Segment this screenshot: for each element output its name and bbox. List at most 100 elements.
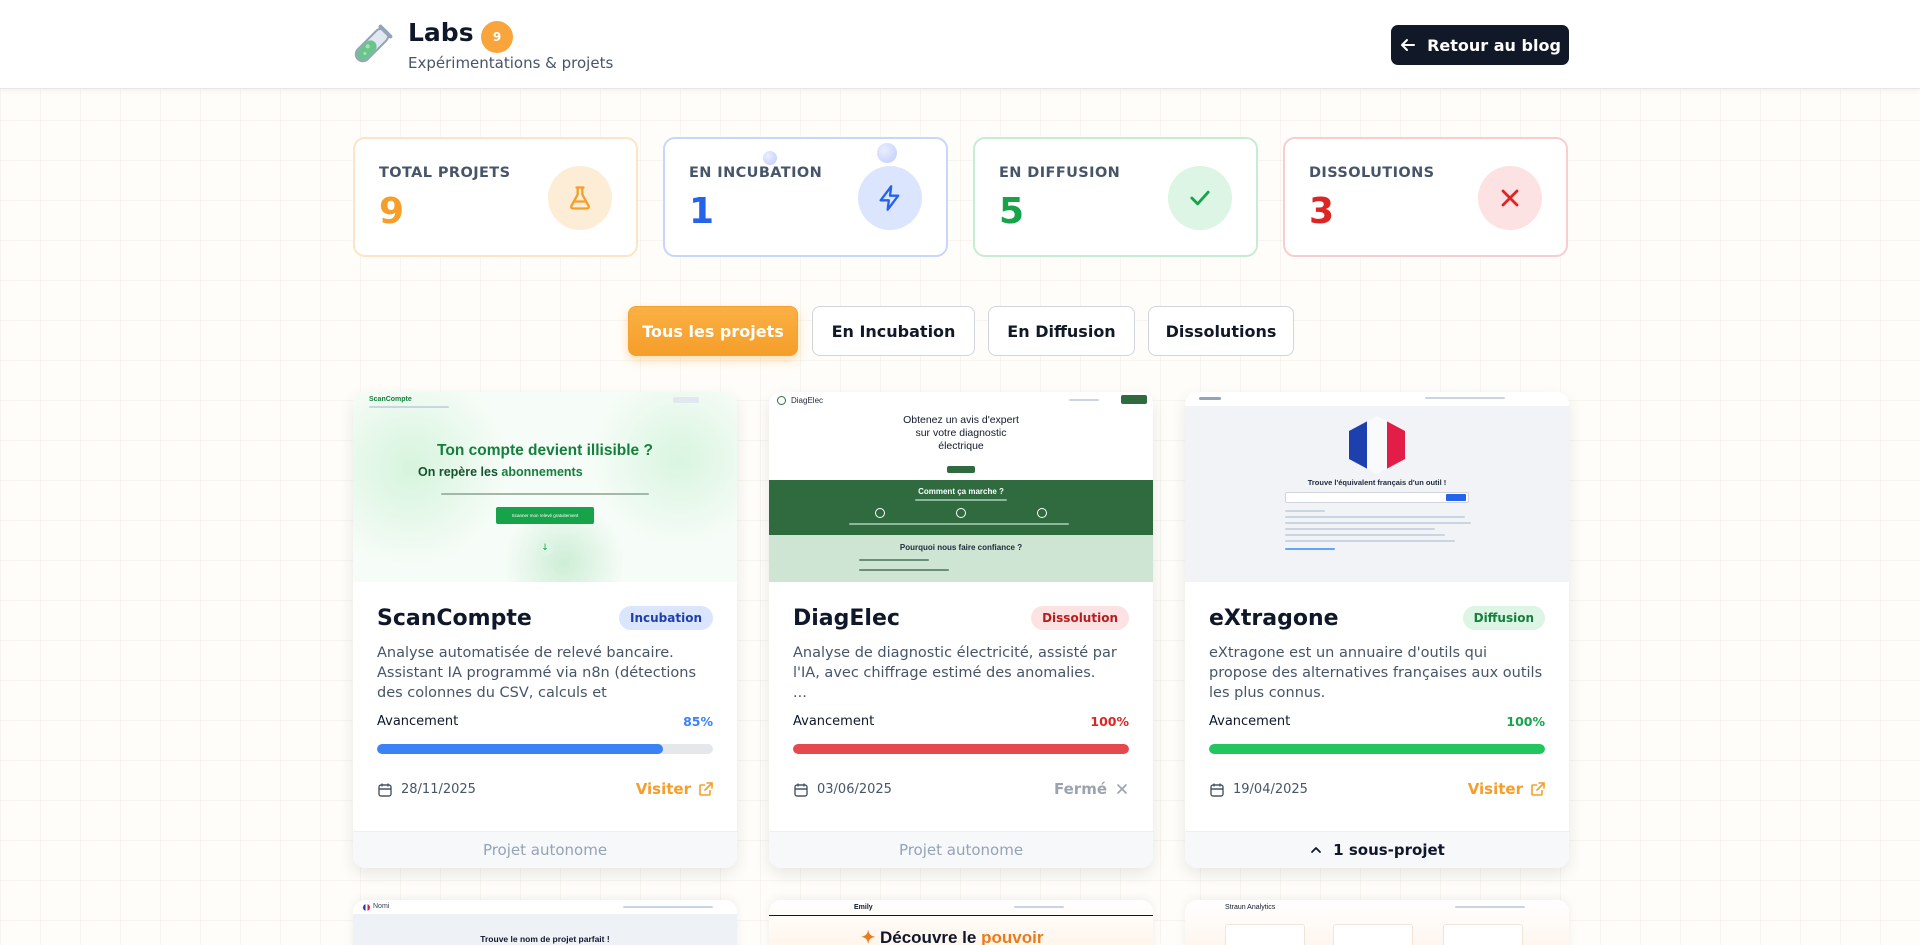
status-badge: Incubation: [619, 606, 713, 630]
stat-value: 5: [999, 191, 1025, 232]
thumb-how-section: Comment ça marche ?: [769, 480, 1153, 535]
filter-all-projects[interactable]: Tous les projets: [628, 306, 798, 356]
thumb-section-title: Comment ça marche ?: [918, 487, 1004, 496]
filter-dissolutions[interactable]: Dissolutions: [1148, 306, 1294, 356]
test-tube-icon: [354, 24, 393, 63]
card-description: Analyse automatisée de relevé bancaire. …: [377, 645, 697, 701]
project-screenshot: DiagElec Obtenez un avis d'expert sur vo…: [769, 392, 1153, 582]
stat-label: TOTAL PROJETS: [379, 165, 511, 181]
closed-label: Fermé: [1053, 780, 1107, 798]
project-card-diagelec[interactable]: DiagElec Obtenez un avis d'expert sur vo…: [769, 392, 1153, 868]
stat-value: 1: [689, 191, 715, 232]
progress-label: Avancement: [377, 714, 459, 729]
close-icon: [1117, 784, 1127, 794]
card-title: ScanCompte: [377, 606, 532, 631]
progress-bar: [793, 744, 1129, 754]
card-title: eXtragone: [1209, 606, 1339, 631]
check-icon: [1168, 166, 1232, 230]
thumb-trust-section: Pourquoi nous faire confiance ?: [769, 535, 1153, 582]
card-title: DiagElec: [793, 606, 900, 631]
card-footer: Projet autonome: [353, 831, 737, 868]
status-badge: Dissolution: [1031, 606, 1129, 630]
thumb-headline: ✦ Découvre le pouvoir: [861, 928, 1044, 945]
thumb-headline: Ton compte devient illisible ?: [437, 442, 653, 459]
stat-label: DISSOLUTIONS: [1309, 165, 1435, 181]
progress-fill: [1209, 744, 1545, 754]
stat-label: EN INCUBATION: [689, 165, 823, 181]
thumb-search-bar: [1285, 492, 1469, 503]
thumb-brand: Straun Analytics: [1225, 904, 1276, 911]
thumb-cta: Scanner mon relevé gratuitement: [496, 507, 594, 524]
rocket-icon: ✦: [861, 928, 876, 945]
filter-incubation[interactable]: En Incubation: [812, 306, 975, 356]
card-date: 28/11/2025: [401, 782, 476, 797]
card-description: Analyse de diagnostic électricité, assis…: [793, 645, 1117, 701]
thumb-brand: Nomi: [373, 903, 390, 910]
external-link-icon: [699, 782, 713, 796]
card-date: 19/04/2025: [1233, 782, 1308, 797]
progress-bar: [377, 744, 713, 754]
decor-bubble: [877, 143, 897, 163]
visit-link-label: Visiter: [635, 780, 691, 798]
visit-link-label: Visiter: [1467, 780, 1523, 798]
stat-dissolutions: DISSOLUTIONS 3: [1283, 137, 1568, 257]
project-card-emily[interactable]: Emily ✦ Découvre le pouvoir: [769, 900, 1153, 945]
card-date: 03/06/2025: [817, 782, 892, 797]
project-card-scancompte[interactable]: ScanCompte Ton compte devient illisible …: [353, 392, 737, 868]
subprojects-toggle[interactable]: 1 sous-projet: [1185, 831, 1569, 868]
closed-status: Fermé: [1054, 780, 1129, 798]
thumb-brand: ScanCompte: [369, 396, 412, 403]
progress-bar: [1209, 744, 1545, 754]
calendar-icon: [378, 783, 392, 797]
progress-value: 100%: [1090, 714, 1129, 729]
progress-fill: [793, 744, 1129, 754]
thumb-logo-icon: [777, 396, 786, 405]
flask-icon: [548, 166, 612, 230]
stat-diffusion: EN DIFFUSION 5: [973, 137, 1258, 257]
visit-link[interactable]: Visiter: [1468, 780, 1545, 798]
progress-value: 85%: [683, 714, 713, 729]
stat-value: 3: [1309, 191, 1335, 232]
french-flag-icon: [363, 904, 370, 911]
scroll-down-icon: ↓: [537, 540, 553, 556]
thumb-headline: Trouve l'équivalent français d'un outil …: [1307, 478, 1447, 487]
calendar-icon: [1210, 783, 1224, 797]
bolt-icon: [858, 166, 922, 230]
stat-label: EN DIFFUSION: [999, 165, 1121, 181]
project-count-badge: 9: [481, 21, 513, 53]
stat-total-projects: TOTAL PROJETS 9: [353, 137, 638, 257]
thumb-headline: Trouve le nom de projet parfait !: [480, 934, 610, 944]
project-card-nomi[interactable]: Nomi Trouve le nom de projet parfait !: [353, 900, 737, 945]
thumb-section-title: Pourquoi nous faire confiance ?: [899, 543, 1023, 552]
french-flag-shield-icon: [1349, 416, 1405, 474]
stat-value: 9: [379, 191, 405, 232]
decor-bubble: [763, 151, 777, 165]
progress-value: 100%: [1506, 714, 1545, 729]
thumb-brand: Emily: [854, 904, 873, 911]
external-link-icon: [1531, 782, 1545, 796]
back-to-blog-label: Retour au blog: [1427, 35, 1561, 55]
thumb-brand: DiagElec: [791, 396, 824, 405]
subprojects-label: 1 sous-projet: [1333, 841, 1445, 859]
filter-diffusion[interactable]: En Diffusion: [988, 306, 1135, 356]
project-screenshot: ScanCompte Ton compte devient illisible …: [353, 392, 737, 582]
calendar-icon: [794, 783, 808, 797]
thumb-headline: Obtenez un avis d'expert sur votre diagn…: [903, 414, 1019, 452]
back-to-blog-button[interactable]: Retour au blog: [1391, 25, 1569, 65]
progress-label: Avancement: [1209, 714, 1291, 729]
project-card-extragone[interactable]: Trouve l'équivalent français d'un outil …: [1185, 392, 1569, 868]
progress-fill: [377, 744, 663, 754]
status-badge: Diffusion: [1462, 606, 1545, 630]
project-card-straun-analytics[interactable]: Straun Analytics: [1185, 900, 1569, 945]
visit-link[interactable]: Visiter: [636, 780, 713, 798]
progress-label: Avancement: [793, 714, 875, 729]
card-description: eXtragone est un annuaire d'outils qui p…: [1209, 645, 1543, 701]
x-icon: [1478, 166, 1542, 230]
card-footer: Projet autonome: [769, 831, 1153, 868]
arrow-left-icon: [1401, 39, 1416, 51]
thumb-subheadline: On repère les abonnements: [418, 465, 583, 479]
page-subtitle: Expérimentations & projets: [408, 54, 614, 72]
page-title: Labs: [408, 18, 474, 47]
chevron-up-icon: [1311, 847, 1322, 853]
project-screenshot: Trouve l'équivalent français d'un outil …: [1185, 392, 1569, 582]
